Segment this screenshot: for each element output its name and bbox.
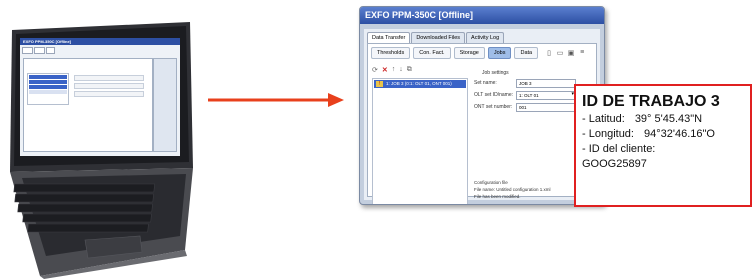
job-settings-title: Job settings [482,70,509,76]
jobs-list: ! 1: JOB 3 (0:1: OLT 01, ONT 001) [372,78,468,204]
field-label: OLT set ID/name: [474,92,513,98]
longitude-label: - Longitud: [582,128,634,140]
laptop-panel [23,58,153,152]
move-up-icon[interactable]: ↑ [392,66,396,74]
save-icon[interactable]: ▣ [567,49,575,57]
laptop-window-title: EXFO PPM-350C [Offline] [20,38,180,45]
client-value: GOOG25897 [582,158,647,170]
client-label: - ID del cliente: [582,143,656,155]
laptop-tab [34,47,46,54]
laptop-job-list [27,73,69,105]
tab-activity-log[interactable]: Activity Log [466,32,505,43]
new-file-icon[interactable]: ▯ [545,49,553,57]
card-title: ID DE TRABAJO 3 [582,93,720,110]
job-info-card: ID DE TRABAJO 3 - Latitud: 39° 5'45.43"N … [574,84,752,207]
sub-tabs: Thresholds Con. Fact. Storage Jobs Data … [368,44,596,62]
laptop-form [74,73,144,99]
laptop-tab [22,47,34,54]
main-tabs: Data Transfer Downloaded Files Activity … [364,29,600,43]
delete-icon[interactable]: ✕ [382,66,388,74]
latitude-line: - Latitud: 39° 5'45.43"N [582,112,750,127]
latitude-label: - Latitud: [582,113,625,125]
laptop-screen: EXFO PPM-350C [Offline] [20,38,180,156]
jobs-toolbar: ⟳ ✕ ↑ ↓ ⧉ [372,66,412,74]
laptop-job-row [29,80,67,84]
window-body: Data Transfer Downloaded Files Activity … [364,29,600,204]
open-folder-icon[interactable]: ▭ [556,49,564,57]
set-name-input[interactable]: JOB 3 [516,78,576,88]
subtab-con-fact[interactable]: Con. Fact. [413,47,451,59]
subtab-storage[interactable]: Storage [453,47,485,59]
tab-content: Thresholds Con. Fact. Storage Jobs Data … [367,43,597,204]
subtab-thresholds[interactable]: Thresholds [371,47,411,59]
ont-set-input[interactable]: 001 [516,102,576,112]
laptop-field [74,75,144,81]
laptop-job-row [29,90,67,94]
warning-icon: ! [376,81,383,87]
subtab-jobs[interactable]: Jobs [487,47,512,59]
settings-icon[interactable]: ≡ [578,49,586,57]
refresh-icon[interactable]: ⟳ [372,66,378,74]
laptop-job-row [29,85,67,89]
laptop-job-row [29,75,67,79]
subtab-data[interactable]: Data [514,47,539,59]
move-down-icon[interactable]: ↓ [399,66,403,74]
longitude-value: 94°32'46.16"O [643,128,715,140]
latitude-value: 39° 5'45.43"N [634,113,703,125]
laptop-tab [46,47,56,54]
laptop-field [74,91,144,97]
window-title: EXFO PPM-350C [Offline] [360,7,604,24]
longitude-line: - Longitud: 94°32'46.16"O [582,127,750,142]
tab-downloaded-files[interactable]: Downloaded Files [411,32,466,43]
list-item[interactable]: ! 1: JOB 3 (0:1: OLT 01, ONT 001) [374,80,466,88]
laptop-field [74,83,144,89]
app-window: EXFO PPM-350C [Offline] Data Transfer Do… [359,6,605,205]
laptop-sidebar [153,58,177,152]
field-label: ONT set number: [474,104,513,110]
olt-set-select[interactable]: 1: OLT 01 [516,90,576,100]
file-toolbar: ▯ ▭ ▣ ≡ [545,49,586,57]
tab-data-transfer[interactable]: Data Transfer [367,32,411,43]
copy-icon[interactable]: ⧉ [407,66,412,74]
arrow-right-icon [208,93,344,107]
laptop-illustration: EXFO PPM-350C [Offline] [0,0,200,279]
job-row-label: 1: JOB 3 (0:1: OLT 01, ONT 001) [386,81,452,86]
field-label: Set name: [474,80,497,86]
laptop-tabs [22,47,178,54]
